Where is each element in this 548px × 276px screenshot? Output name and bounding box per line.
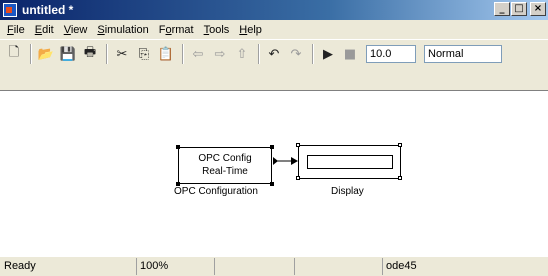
selection-handle[interactable]	[270, 182, 274, 186]
status-bar: Ready 100% ode45	[0, 256, 548, 276]
selection-handle[interactable]	[296, 176, 300, 180]
start-simulation-icon[interactable]: ▶	[318, 44, 338, 64]
stop-time-input[interactable]: 10.0	[366, 45, 416, 63]
menu-file[interactable]: File	[2, 24, 30, 36]
toolbar-separator	[182, 44, 184, 64]
opc-block-line2: Real-Time	[202, 166, 248, 177]
stop-simulation-icon[interactable]: ■	[340, 44, 360, 64]
status-zoom: 100%	[136, 258, 214, 275]
paste-icon[interactable]: 📋	[156, 44, 176, 64]
menu-format[interactable]: Format	[154, 24, 199, 36]
signal-line[interactable]	[0, 91, 548, 257]
window-title: untitled *	[22, 3, 74, 17]
model-canvas[interactable]: OPC Config Real-Time OPC Configuration D…	[0, 90, 548, 257]
menu-bar: File Edit View Simulation Format Tools H…	[0, 20, 548, 39]
menu-tools[interactable]: Tools	[199, 24, 235, 36]
new-model-icon[interactable]: 🗋	[4, 44, 24, 64]
toolbar-separator	[258, 44, 260, 64]
opc-configuration-block[interactable]: OPC Config Real-Time	[178, 147, 272, 184]
display-block-name[interactable]: Display	[331, 186, 364, 197]
window-controls: _ □ ×	[494, 2, 546, 16]
menu-view[interactable]: View	[59, 24, 93, 36]
menu-help[interactable]: Help	[234, 24, 267, 36]
forward-arrow-icon[interactable]: ⇨	[210, 44, 230, 64]
simulation-mode-select[interactable]: Normal	[424, 45, 502, 63]
toolbar-separator	[30, 44, 32, 64]
display-field	[307, 155, 393, 169]
minimize-button[interactable]: _	[494, 2, 510, 16]
simulink-app-icon[interactable]	[3, 3, 17, 17]
redo-icon[interactable]: ↷	[286, 44, 306, 64]
copy-icon[interactable]: ⎘	[134, 44, 154, 64]
opc-block-name[interactable]: OPC Configuration	[174, 186, 258, 197]
selection-handle[interactable]	[398, 143, 402, 147]
opc-block-line1: OPC Config	[198, 153, 252, 164]
title-bar[interactable]: untitled * _ □ ×	[0, 0, 548, 20]
status-empty-2	[294, 258, 382, 275]
status-ready: Ready	[4, 260, 36, 272]
menu-edit[interactable]: Edit	[30, 24, 59, 36]
selection-handle[interactable]	[270, 145, 274, 149]
open-folder-icon[interactable]: 📂	[36, 44, 56, 64]
menu-simulation[interactable]: Simulation	[92, 24, 153, 36]
back-arrow-icon[interactable]: ⇦	[188, 44, 208, 64]
status-solver: ode45	[382, 258, 548, 275]
close-button[interactable]: ×	[530, 2, 546, 16]
up-arrow-icon[interactable]: ⇧	[232, 44, 252, 64]
selection-handle[interactable]	[296, 143, 300, 147]
selection-handle[interactable]	[398, 176, 402, 180]
undo-icon[interactable]: ↶	[264, 44, 284, 64]
status-empty-1	[214, 258, 294, 275]
save-icon[interactable]: 💾	[58, 44, 78, 64]
cut-icon[interactable]: ✂	[112, 44, 132, 64]
simulink-window: untitled * _ □ × File Edit View Simulati…	[0, 0, 548, 275]
toolbar: 🗋 📂 💾 🖶 ✂ ⎘ 📋 ⇦ ⇨ ⇧ ↶ ↷ ▶ ■ 10.0 Normal	[0, 39, 548, 68]
display-block[interactable]	[298, 145, 401, 179]
opc-block-text: OPC Config Real-Time	[179, 152, 271, 178]
print-icon[interactable]: 🖶	[80, 44, 100, 64]
toolbar-separator	[312, 44, 314, 64]
selection-handle[interactable]	[176, 145, 180, 149]
toolbar-separator	[106, 44, 108, 64]
maximize-button[interactable]: □	[511, 2, 527, 16]
